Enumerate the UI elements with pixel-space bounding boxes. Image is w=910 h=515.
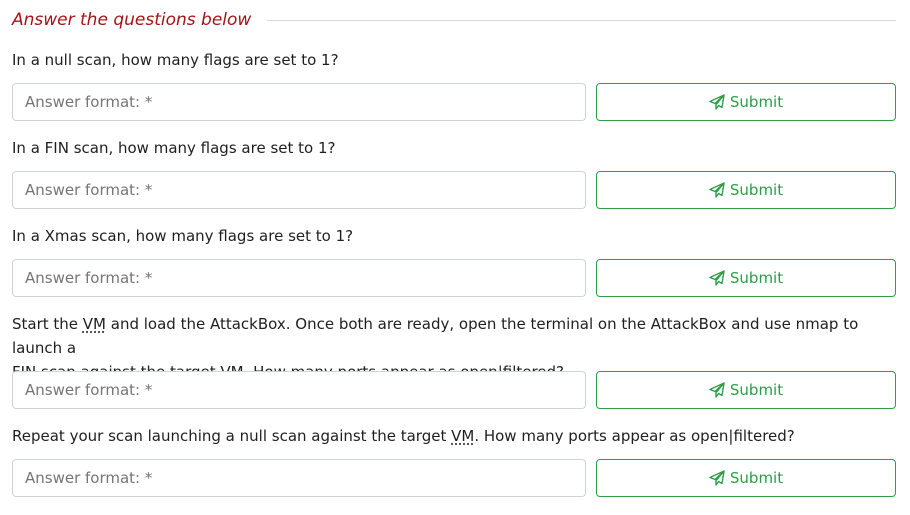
question-5-text-part: Repeat your scan launching a null scan a… — [12, 427, 452, 445]
submit-label: Submit — [729, 469, 784, 487]
answer-input-5[interactable] — [12, 459, 586, 497]
submit-label: Submit — [729, 381, 784, 399]
paper-plane-icon — [709, 182, 725, 198]
question-4-line-1: Start the VM and load the AttackBox. Onc… — [12, 312, 896, 360]
section-header: Answer the questions below — [12, 8, 896, 32]
question-4-text-part: and load the AttackBox. Once both are re… — [12, 315, 859, 357]
answer-input-2[interactable] — [12, 171, 586, 209]
section-title: Answer the questions below — [12, 10, 252, 30]
submit-label: Submit — [729, 93, 784, 111]
submit-button-1[interactable]: Submit — [596, 83, 896, 121]
paper-plane-icon — [709, 470, 725, 486]
question-2-text: In a FIN scan, how many flags are set to… — [12, 139, 336, 157]
answer-row-2: Submit — [12, 171, 896, 209]
submit-label: Submit — [729, 181, 784, 199]
submit-button-5[interactable]: Submit — [596, 459, 896, 497]
answer-row-5: Submit — [12, 459, 896, 497]
answer-row-4: Submit — [12, 371, 896, 409]
answer-input-4[interactable] — [12, 371, 586, 409]
answer-input-1[interactable] — [12, 83, 586, 121]
question-5-text-part: . How many ports appear as open|filtered… — [474, 427, 795, 445]
question-1-text: In a null scan, how many flags are set t… — [12, 51, 339, 69]
question-3-text: In a Xmas scan, how many flags are set t… — [12, 227, 354, 245]
submit-label: Submit — [729, 269, 784, 287]
paper-plane-icon — [709, 94, 725, 110]
answer-row-3: Submit — [12, 259, 896, 297]
submit-button-4[interactable]: Submit — [596, 371, 896, 409]
submit-button-3[interactable]: Submit — [596, 259, 896, 297]
section-divider — [267, 19, 896, 21]
question-4-text-part: Start the — [12, 315, 83, 333]
vm-abbreviation: VM — [82, 315, 106, 333]
answer-input-3[interactable] — [12, 259, 586, 297]
answer-row-1: Submit — [12, 83, 896, 121]
paper-plane-icon — [709, 382, 725, 398]
question-5-text: Repeat your scan launching a null scan a… — [12, 424, 896, 448]
submit-button-2[interactable]: Submit — [596, 171, 896, 209]
questions-panel: Answer the questions below In a null sca… — [0, 0, 910, 515]
paper-plane-icon — [709, 270, 725, 286]
vm-abbreviation: VM — [451, 427, 475, 445]
